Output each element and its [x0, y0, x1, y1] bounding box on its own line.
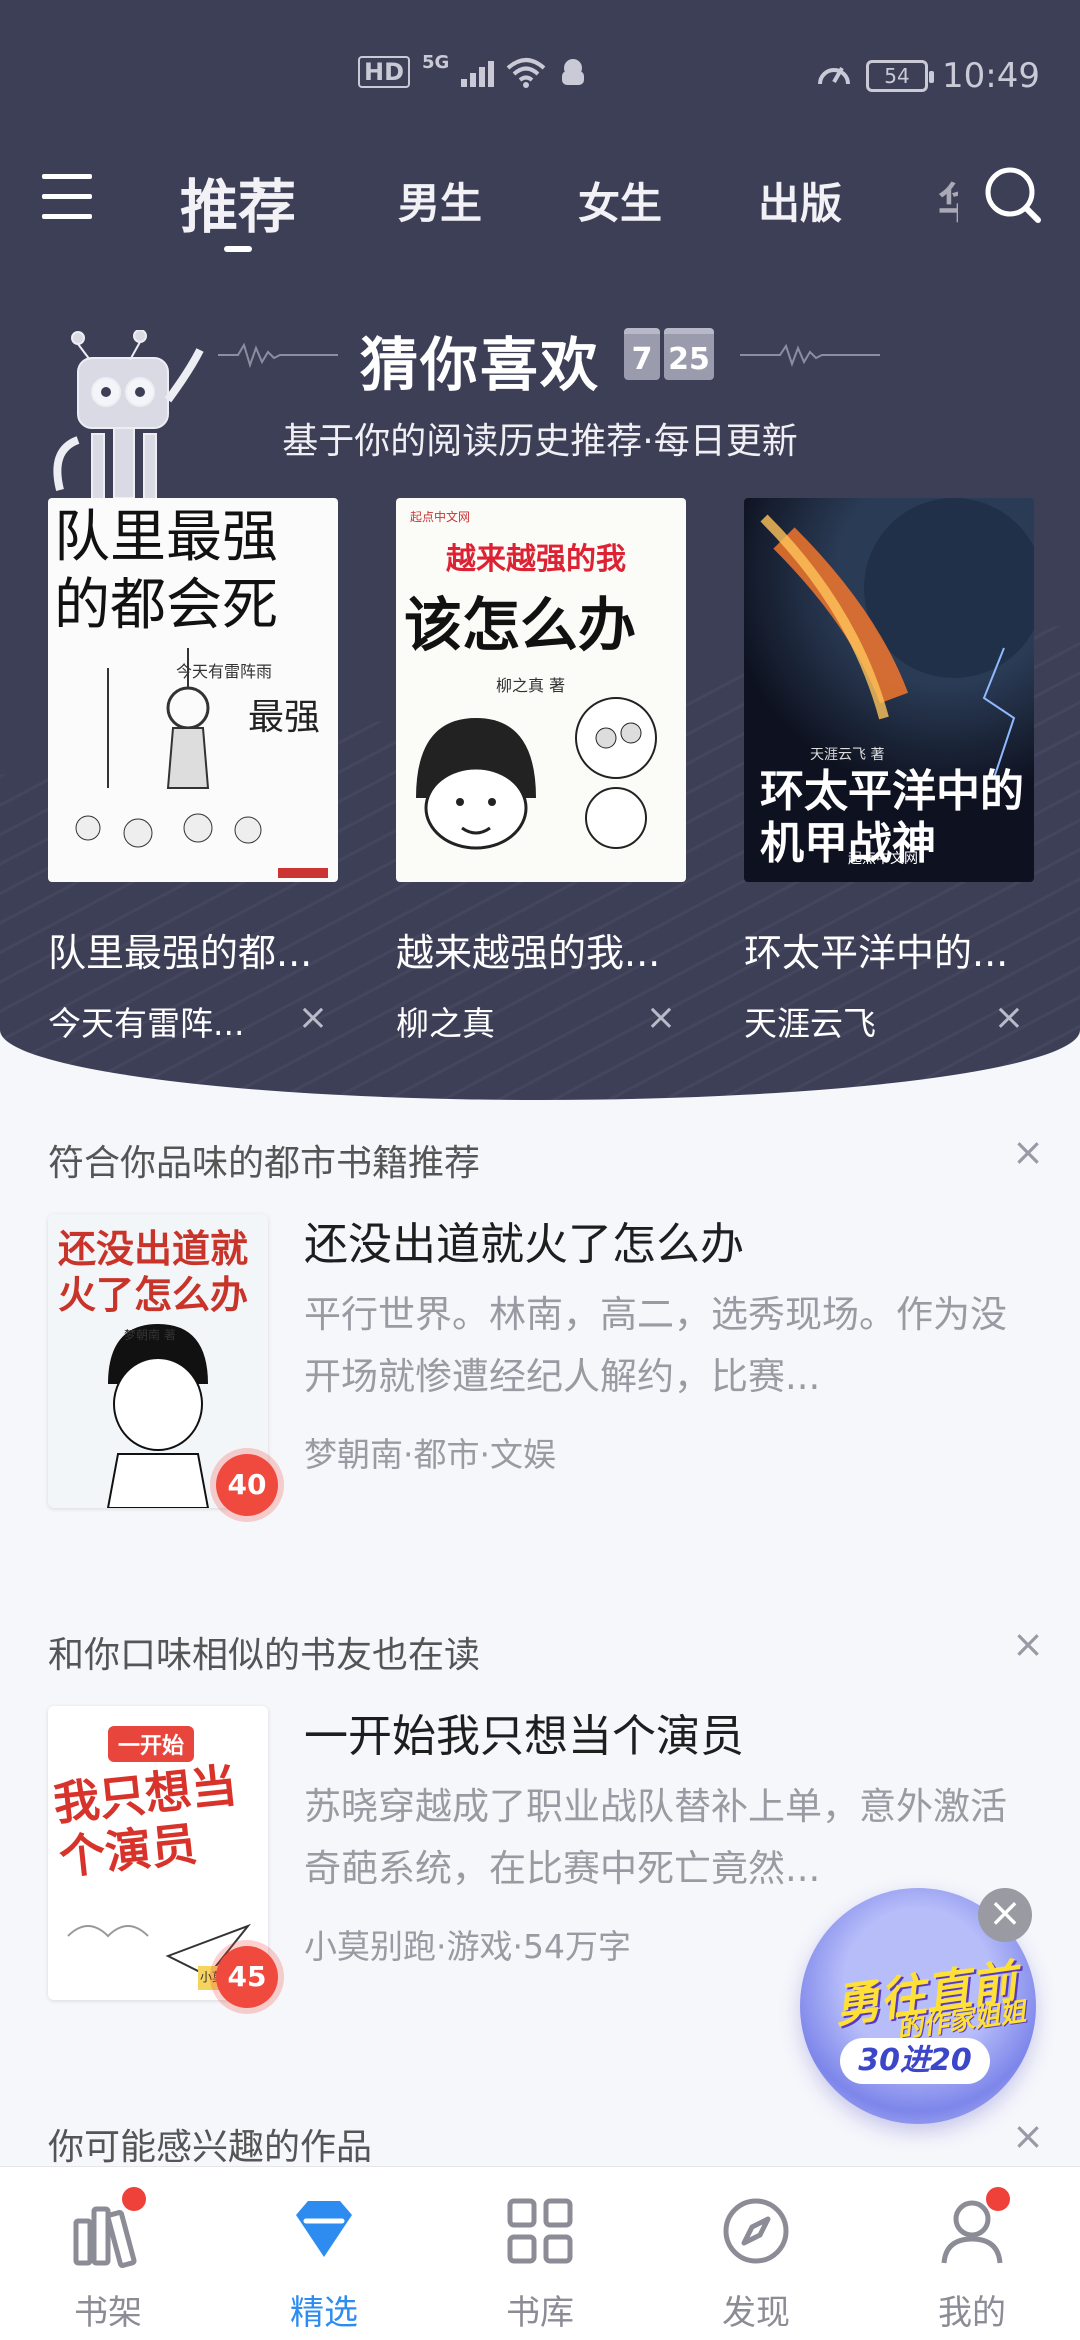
tab-label: 书架: [74, 2293, 142, 2333]
network-label: 5G: [422, 51, 450, 73]
recommend-section: 你可能感兴趣的作品 ×: [0, 2118, 1080, 2166]
book-cover[interactable]: 天涯云飞 著 环太平洋中的机甲战神 起点中文网: [744, 498, 1034, 882]
tab-discover[interactable]: 发现: [676, 2191, 836, 2334]
cover-title: 我只想当个演员: [50, 1758, 240, 1885]
book-description: 苏晓穿越成了职业战队替补上单，意外激活奇葩系统，在比赛中死亡竟然...: [304, 1785, 1007, 1890]
dismiss-icon[interactable]: ×: [1012, 1130, 1044, 1174]
score-badge: 45: [216, 1946, 278, 2008]
guess-subtitle: 基于你的阅读历史推荐·每日更新: [282, 421, 798, 462]
tab-male[interactable]: 男生: [398, 170, 482, 231]
cover-title: 该怎么办: [404, 591, 637, 659]
cover-subtitle: 越来越强的我: [446, 542, 626, 577]
guess-book-card[interactable]: 队里最强的都会死 今天有雷阵雨 最强 队里最强的都... 今天有雷阵... ×: [48, 498, 338, 1045]
battery-icon: 54: [866, 60, 935, 92]
tab-female[interactable]: 女生: [578, 170, 662, 231]
score-badge: 40: [216, 1454, 278, 1516]
dismiss-icon[interactable]: ×: [646, 997, 676, 1038]
dismiss-icon[interactable]: ×: [1012, 2118, 1044, 2158]
grid-icon: [507, 2198, 573, 2264]
speedometer-icon: [818, 67, 851, 85]
tab-featured[interactable]: 精选: [244, 2191, 404, 2334]
tab-profile[interactable]: 我的: [892, 2187, 1052, 2334]
section-header: 符合你品味的都市书籍推荐: [48, 1143, 481, 1184]
cover-publisher: 起点中文网: [848, 851, 918, 867]
top-nav: 推荐 男生 女生 出版 华: [0, 160, 1080, 252]
tab-label: 发现: [722, 2293, 790, 2333]
menu-icon[interactable]: [42, 174, 92, 220]
tab-publish[interactable]: 出版: [758, 170, 842, 231]
book-cover[interactable]: 还没出道就火了怎么办 梦朝南 著 40: [48, 1214, 278, 1516]
tab-label: 我的: [938, 2293, 1006, 2333]
diamond-icon: [296, 2201, 352, 2257]
book-title[interactable]: 一开始我只想当个演员: [304, 1700, 744, 1764]
wave-decoration-right: [740, 343, 880, 367]
tab-label: 书库: [506, 2293, 574, 2333]
tab-bookshelf[interactable]: 书架: [28, 2187, 188, 2334]
notification-dot: [122, 2187, 146, 2211]
clock: 10:49: [942, 56, 1040, 96]
search-icon[interactable]: [982, 164, 1044, 226]
book-author: 天涯云飞: [744, 1004, 876, 1043]
date-month: 7: [624, 328, 660, 380]
compass-icon: [723, 2198, 789, 2264]
tab-label: 精选: [290, 2293, 358, 2333]
cover-publisher: 起点中文网: [410, 510, 471, 524]
recommend-section: 符合你品味的都市书籍推荐 × 还没出道就火了怎么办 梦朝南 著 40 还没出道就…: [0, 1130, 1080, 1534]
section-header: 和你口味相似的书友也在读: [48, 1635, 481, 1676]
book-author: 今天有雷阵...: [48, 1004, 245, 1043]
wave-decoration-left: [218, 342, 338, 369]
tab-more[interactable]: 华: [938, 170, 958, 231]
guess-book-card[interactable]: 起点中文网 越来越强的我 该怎么办 柳之真 著 越来越强的我... 柳之真 ×: [396, 498, 686, 1045]
cover-subtitle: 一开始: [108, 1726, 195, 1762]
book-description: 平行世界。林南，高二，选秀现场。作为没开场就惨遭经纪人解约，比赛...: [304, 1293, 1007, 1398]
hero-banner: HD 5G 54 10:49 推荐 男生 女生 出版 猜你喜欢 7 25 基于你…: [0, 0, 1080, 1100]
bottom-tab-bar: 书架 精选 书库 发现 我的: [0, 2166, 1080, 2340]
cover-title: 还没出道就火了怎么办: [58, 1226, 249, 1317]
cover-illustration: [75, 648, 328, 878]
book-title[interactable]: 队里最强的都...: [48, 922, 338, 977]
signal-icon: [461, 57, 495, 87]
book-meta: 梦朝南·都市·文娱: [304, 1435, 556, 1474]
dismiss-icon[interactable]: ×: [994, 997, 1024, 1038]
promo-line3: 30进20: [840, 2038, 990, 2084]
cover-author: 天涯云飞 著: [810, 747, 885, 763]
notification-icon: [562, 59, 585, 85]
tab-library[interactable]: 书库: [460, 2191, 620, 2334]
guess-book-card[interactable]: 天涯云飞 著 环太平洋中的机甲战神 起点中文网 环太平洋中的... 天涯云飞 ×: [744, 498, 1034, 1045]
wifi-icon: [507, 58, 546, 88]
date-day: 25: [664, 328, 714, 380]
book-meta: 小莫别跑·游戏·54万字: [304, 1927, 631, 1966]
hd-badge: HD: [358, 56, 411, 88]
guess-title: 猜你喜欢: [360, 331, 601, 399]
tab-recommend[interactable]: 推荐: [180, 160, 296, 252]
section-header: 你可能感兴趣的作品: [48, 2127, 373, 2166]
status-bar: HD 5G 54 10:49: [0, 48, 1080, 108]
close-icon[interactable]: ×: [978, 1888, 1032, 1942]
book-cover[interactable]: 起点中文网 越来越强的我 该怎么办 柳之真 著: [396, 498, 686, 882]
book-author: 柳之真: [396, 1004, 495, 1043]
cover-author: 梦朝南 著: [124, 1328, 176, 1342]
book-title[interactable]: 还没出道就火了怎么办: [304, 1208, 744, 1272]
dismiss-icon[interactable]: ×: [1012, 1622, 1044, 1666]
book-title[interactable]: 越来越强的我...: [396, 922, 686, 977]
book-title[interactable]: 环太平洋中的...: [744, 922, 1034, 977]
cover-illustration: [416, 697, 657, 850]
book-cover[interactable]: 队里最强的都会死 今天有雷阵雨 最强: [48, 498, 338, 882]
cover-title: 队里最强的都会死: [54, 505, 278, 638]
book-cover[interactable]: 一开始 我只想当个演员 小莫别跑 著 45: [48, 1706, 278, 2008]
date-calendar: 7 25: [624, 328, 714, 380]
dismiss-icon[interactable]: ×: [298, 997, 328, 1038]
notification-dot: [986, 2187, 1010, 2211]
